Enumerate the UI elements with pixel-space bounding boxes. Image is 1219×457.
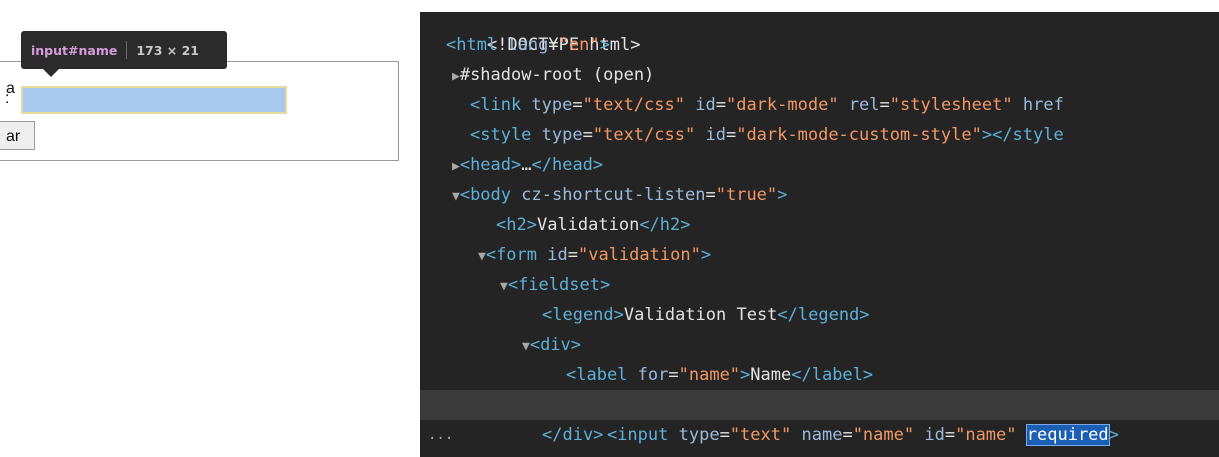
text-node: Validation xyxy=(536,215,640,235)
dom-line-legend[interactable]: <legend>Validation Test</legend> xyxy=(420,300,1219,330)
tag-open: <legend> xyxy=(542,305,624,325)
attr-value: "validation" xyxy=(577,245,701,265)
tag-close: </head> xyxy=(531,155,604,175)
attr-value: "text/css" xyxy=(592,125,696,145)
name-label-fragment: : xyxy=(5,90,10,107)
dom-line-form[interactable]: ▼<form id="validation"> xyxy=(420,240,1219,270)
tooltip-tag-name: input xyxy=(31,42,69,58)
dom-line-shadow-root[interactable]: ▶#shadow-root (open) xyxy=(420,60,1219,90)
tag-close: </label> xyxy=(791,365,874,385)
tag-close: ></style xyxy=(981,125,1064,145)
tag-close: > xyxy=(740,365,751,385)
attr-value: "dark-mode" xyxy=(725,95,839,115)
tag-close: </legend> xyxy=(777,305,870,325)
expand-triangle-icon[interactable]: ▶ xyxy=(452,159,460,174)
dom-line-fieldset[interactable]: ▼<fieldset> xyxy=(420,270,1219,300)
rendered-page-pane: a : ar input #name 173 × 21 xyxy=(0,0,420,457)
dom-line-div[interactable]: ▼<div> xyxy=(420,330,1219,360)
tag-open: <head> xyxy=(459,155,522,175)
inspector-tooltip: input #name 173 × 21 xyxy=(21,31,227,77)
tag-close: </div> xyxy=(542,425,604,445)
attr-name: cz-shortcut-listen xyxy=(521,185,706,205)
text-node: Validation Test xyxy=(623,305,778,325)
dom-line-h2[interactable]: <h2>Validation</h2> xyxy=(420,210,1219,240)
tag-open: <fieldset> xyxy=(507,275,611,295)
attr-value: "true" xyxy=(715,185,778,205)
tooltip-separator xyxy=(126,41,128,59)
expand-triangle-icon[interactable]: ▶ xyxy=(452,69,460,84)
collapse-triangle-icon[interactable]: ▼ xyxy=(522,339,530,354)
collapse-triangle-icon[interactable]: ▼ xyxy=(452,189,460,204)
attr-value: "stylesheet" xyxy=(889,95,1013,115)
attr-name: href xyxy=(1022,95,1064,115)
tooltip-dimensions: 173 × 21 xyxy=(136,42,199,58)
collapse-triangle-icon[interactable]: ▼ xyxy=(500,279,508,294)
tag-open: <body xyxy=(459,185,522,205)
tag-open: <html xyxy=(446,35,508,55)
dom-line-label[interactable]: <label for="name">Name</label> xyxy=(420,360,1219,390)
attr-value: "text/css" xyxy=(582,95,685,115)
attr-name: for xyxy=(637,365,669,385)
tag-close: </h2> xyxy=(639,215,691,235)
tooltip-element-id: #name xyxy=(68,42,118,58)
tag-open: <label xyxy=(566,365,638,385)
collapse-triangle-icon[interactable]: ▼ xyxy=(478,249,486,264)
attr-value: "en" xyxy=(558,35,600,55)
shadow-root-text: #shadow-root (open) xyxy=(459,65,655,85)
attr-value: "name" xyxy=(678,365,741,385)
attr-name: id xyxy=(547,245,568,265)
equals: = xyxy=(548,35,559,55)
attr-value: "dark-mode-custom-style" xyxy=(736,125,982,145)
dom-line-style[interactable]: <style type="text/css" id="dark-mode-cus… xyxy=(420,120,1219,150)
submit-button[interactable]: ar xyxy=(0,121,35,150)
dom-line-head[interactable]: ▶<head>…</head> xyxy=(420,150,1219,180)
dom-line-link[interactable]: <link type="text/css" id="dark-mode" rel… xyxy=(420,90,1219,120)
tag-open: <form xyxy=(485,245,548,265)
attr-name: id xyxy=(705,125,726,145)
tag-open: <h2> xyxy=(496,215,537,235)
attr-name: type xyxy=(531,95,573,115)
devtools-elements-panel[interactable]: <!DOCTYPE html> <html lang="en"> ▶#shado… xyxy=(420,12,1219,457)
text-node: Name xyxy=(750,365,792,385)
tag-open: <div> xyxy=(529,335,582,355)
dom-line-body[interactable]: ▼<body cz-shortcut-listen="true"> xyxy=(420,180,1219,210)
collapsed-ellipsis: … xyxy=(521,155,532,175)
tag-close: > xyxy=(700,245,712,265)
attr-name: type xyxy=(541,125,583,145)
dom-line-input-selected[interactable]: ... <input type="text" name="name" id="na… xyxy=(420,390,1219,446)
dom-line-html[interactable]: <html lang="en"> xyxy=(420,30,1219,60)
attr-name: id xyxy=(695,95,716,115)
tag-open: <style xyxy=(470,125,542,145)
attr-name: rel xyxy=(848,95,880,115)
tag-close: > xyxy=(599,35,610,55)
tag-close: > xyxy=(777,185,788,205)
tag-open: <link xyxy=(470,95,532,115)
attr-name: lang xyxy=(507,35,549,55)
dom-line-doctype[interactable]: <!DOCTYPE html> xyxy=(420,12,1219,55)
dom-line-div-close[interactable]: </div> xyxy=(420,420,1219,450)
name-input-highlighted[interactable] xyxy=(21,86,287,114)
